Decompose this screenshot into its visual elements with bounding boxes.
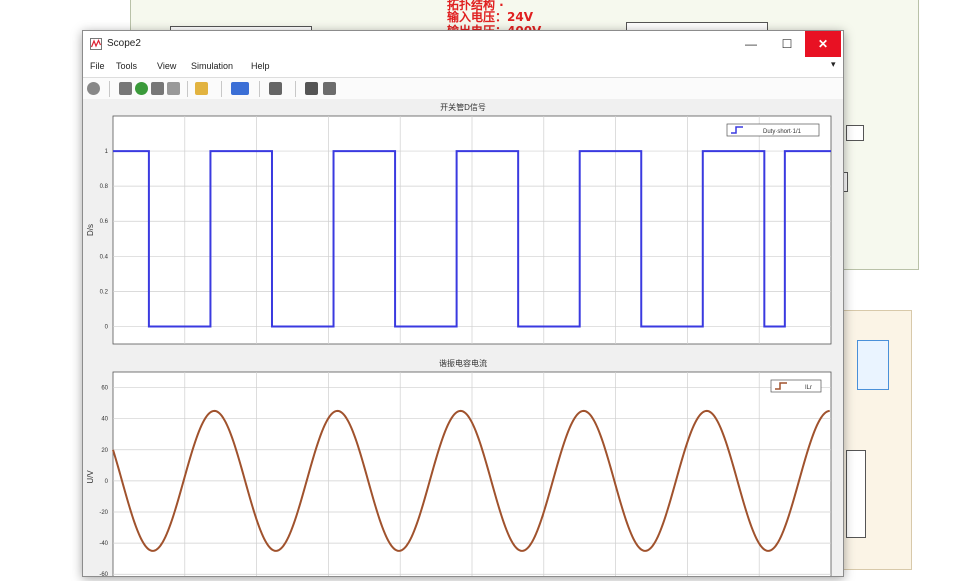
fit-icon[interactable] (269, 82, 282, 95)
step-forward-icon[interactable] (151, 82, 164, 95)
toolbar-separator (221, 81, 222, 97)
plot2-legend[interactable] (770, 379, 822, 393)
toolbar-separator (259, 81, 260, 97)
menu-bar: File Tools View Simulation Help ▾ (83, 57, 843, 77)
plot1-title: 开关管D信号 (440, 102, 486, 112)
ytick-label: 0.8 (100, 184, 109, 190)
ytick-label: 60 (101, 386, 108, 392)
cursor-icon[interactable] (305, 82, 318, 95)
window-title: Scope2 (107, 38, 141, 49)
ytick-label: 40 (101, 417, 108, 423)
ytick-label: -40 (99, 541, 108, 547)
close-button[interactable]: ✕ (805, 31, 841, 57)
title-bar[interactable]: Scope2 — ☐ ✕ (83, 31, 843, 57)
menu-tools[interactable]: Tools (116, 61, 137, 71)
edit-icon[interactable] (323, 82, 336, 95)
stop-icon[interactable] (167, 82, 180, 95)
maximize-button[interactable]: ☐ (769, 31, 805, 57)
toolbar (83, 77, 843, 101)
plot2-title: 谐振电容电流 (439, 358, 487, 368)
scope-plots[interactable]: 开关管D信号 1 0.8 0.6 0.4 0.2 0 D/s Duty·short·1/1… (83, 99, 843, 581)
scope-app-icon (90, 38, 102, 50)
menu-file[interactable]: File (90, 61, 105, 71)
ytick-label: 20 (101, 448, 108, 454)
highlight-icon[interactable] (195, 82, 208, 95)
run-icon[interactable] (135, 82, 148, 95)
menu-simulation[interactable]: Simulation (191, 61, 233, 71)
scope-window: Scope2 — ☐ ✕ File Tools View Simulation … (82, 30, 844, 581)
ytick-label: -20 (99, 510, 108, 516)
settings-icon[interactable] (87, 82, 100, 95)
plot2-ylabel: U/V (86, 470, 95, 484)
model-block-3[interactable] (846, 125, 864, 141)
ytick-label: 1 (105, 149, 109, 155)
ytick-label: 0 (105, 479, 109, 485)
step-back-icon[interactable] (119, 82, 132, 95)
plot2-ytick-labels: 60 40 20 0 -20 -40 -60 (99, 386, 109, 579)
minimize-button[interactable]: — (733, 31, 769, 57)
toolbar-separator (109, 81, 110, 97)
toolbar-separator (295, 81, 296, 97)
scope-block-icon[interactable] (857, 340, 889, 390)
ytick-label: 0.4 (100, 254, 109, 260)
toolbar-separator (187, 81, 188, 97)
plot-area: 开关管D信号 1 0.8 0.6 0.4 0.2 0 D/s Duty·short·1/1… (83, 99, 843, 581)
menu-view[interactable]: View (157, 61, 176, 71)
plot1-ytick-labels: 1 0.8 0.6 0.4 0.2 0 (100, 149, 109, 330)
plot2-legend-label: ILr (805, 385, 812, 391)
ytick-label: 0.2 (100, 289, 109, 295)
plot1-ylabel: D/s (86, 224, 95, 236)
zoom-icon[interactable] (231, 82, 249, 95)
plot1-legend-label: Duty·short·1/1 (763, 129, 802, 135)
menu-help[interactable]: Help (251, 61, 270, 71)
ytick-label: 0.6 (100, 219, 109, 225)
menu-pin-icon[interactable]: ▾ (831, 59, 836, 70)
ytick-label: -60 (99, 572, 108, 576)
model-block-5[interactable] (846, 450, 866, 538)
ytick-label: 0 (105, 324, 109, 330)
